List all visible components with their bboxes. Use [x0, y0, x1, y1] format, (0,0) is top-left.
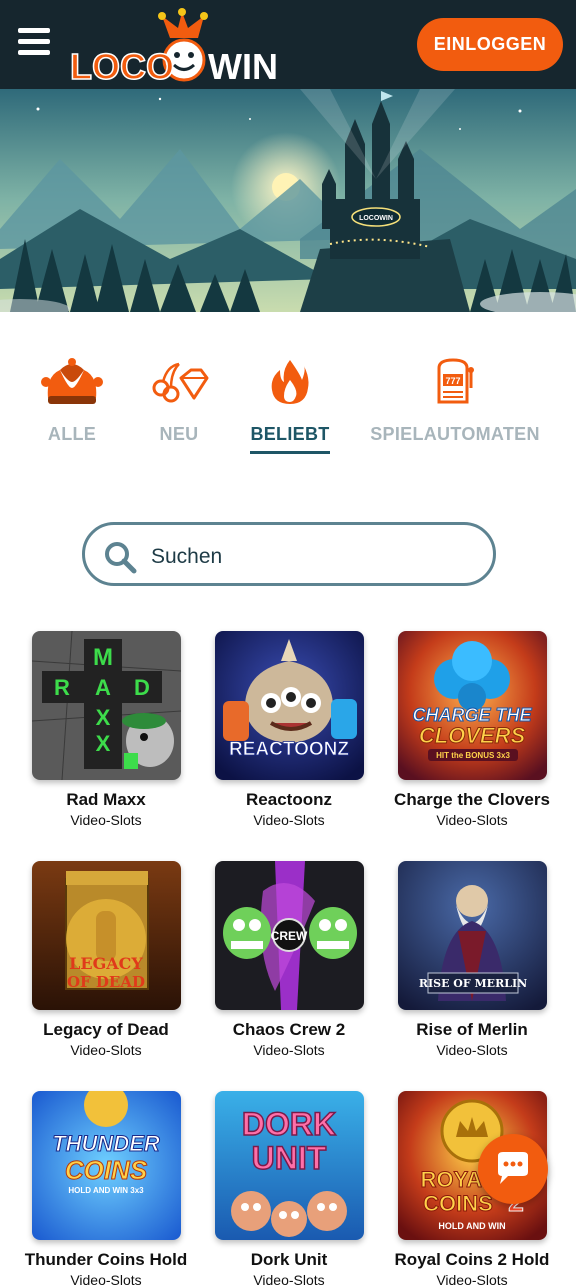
hero-banner: LOCOWIN	[0, 89, 576, 312]
svg-text:X: X	[95, 731, 110, 756]
svg-text:777: 777	[445, 376, 460, 386]
svg-text:REACTOONZ: REACTOONZ	[229, 739, 349, 760]
svg-text:COINS: COINS	[64, 1155, 147, 1185]
tab-beliebt[interactable]: BELIEBT	[250, 352, 330, 454]
game-card[interactable]: LEGACY OF DEAD Legacy of Dead Video-Slot…	[16, 861, 196, 1058]
svg-text:HIT the BONUS 3x3: HIT the BONUS 3x3	[436, 751, 510, 760]
game-title: Dork Unit	[250, 1250, 328, 1269]
game-title: Rad Maxx	[66, 790, 146, 809]
search-icon	[105, 542, 137, 574]
game-category: Video-Slots	[436, 1042, 508, 1058]
tab-spielautomaten[interactable]: 777 SPIELAUTOMATEN	[370, 352, 540, 451]
svg-text:RISE OF MERLIN: RISE OF MERLIN	[418, 977, 526, 990]
login-button[interactable]: EINLOGGEN	[417, 18, 563, 71]
tab-label: BELIEBT	[250, 424, 330, 454]
game-card[interactable]: RISE OF MERLIN Rise of Merlin Video-Slot…	[382, 861, 562, 1058]
logo-text-win: WIN	[208, 46, 278, 84]
svg-text:HOLD AND WIN 3x3: HOLD AND WIN 3x3	[68, 1186, 144, 1195]
tab-neu[interactable]: NEU	[146, 352, 212, 451]
chat-button[interactable]	[478, 1134, 548, 1204]
game-card[interactable]: M R A D X X Rad Maxx Video-Slots	[16, 631, 196, 828]
game-thumbnail[interactable]: M R A D X X	[31, 631, 181, 780]
game-thumbnail[interactable]: THUNDER COINS HOLD AND WIN 3x3	[31, 1091, 181, 1240]
svg-text:CLOVERS: CLOVERS	[418, 723, 525, 748]
chat-bubble-icon	[498, 1152, 528, 1184]
game-category: Video-Slots	[70, 812, 142, 828]
cherry-diamond-icon	[147, 352, 211, 412]
locowin-logo[interactable]: LOCO WIN	[70, 8, 295, 84]
svg-text:UNIT: UNIT	[251, 1140, 326, 1176]
search-input[interactable]: Suchen	[82, 522, 496, 586]
game-thumbnail[interactable]: CREW	[214, 861, 364, 1010]
svg-text:CHARGE THE: CHARGE THE	[412, 705, 532, 725]
game-thumbnail[interactable]: LEGACY OF DEAD	[31, 861, 181, 1010]
game-thumbnail[interactable]: DORK UNIT	[214, 1091, 364, 1240]
game-title: Charge the Clovers	[394, 790, 550, 809]
svg-text:X: X	[95, 705, 110, 730]
tab-label: NEU	[159, 424, 199, 444]
tab-label: SPIELAUTOMATEN	[370, 424, 540, 444]
svg-text:THUNDER: THUNDER	[52, 1131, 160, 1156]
game-category: Video-Slots	[70, 1042, 142, 1058]
game-title: Legacy of Dead	[43, 1020, 169, 1039]
svg-text:LEGACY: LEGACY	[69, 954, 143, 973]
game-card[interactable]: CREW Chaos Crew 2 Video-Slots	[199, 861, 379, 1058]
flame-icon	[258, 352, 322, 412]
svg-text:CREW: CREW	[270, 929, 307, 943]
game-thumbnail[interactable]: REACTOONZ	[214, 631, 364, 780]
category-tabs: ALLE NEU BELIEBT 777 SPIELAUTOMATEN	[0, 352, 576, 462]
svg-text:HOLD AND WIN: HOLD AND WIN	[438, 1221, 505, 1231]
top-header: LOCO WIN EINLOGGEN	[0, 0, 576, 89]
svg-text:OF DEAD: OF DEAD	[66, 973, 144, 991]
svg-text:D: D	[134, 675, 150, 700]
jester-hat-icon	[40, 352, 104, 412]
game-category: Video-Slots	[253, 1272, 325, 1288]
game-card[interactable]: DORK UNIT Dork Unit Video-Slots	[199, 1091, 379, 1288]
game-title: Reactoonz	[246, 790, 332, 809]
game-title: Chaos Crew 2	[232, 1020, 346, 1039]
game-card[interactable]: REACTOONZ Reactoonz Video-Slots	[199, 631, 379, 828]
svg-text:M: M	[93, 644, 113, 671]
slot-machine-icon: 777	[423, 352, 487, 412]
game-card[interactable]: CHARGE THE CLOVERS HIT the BONUS 3x3 Cha…	[382, 631, 562, 828]
logo-text-loco: LOCO	[70, 46, 174, 84]
game-category: Video-Slots	[253, 1042, 325, 1058]
menu-icon[interactable]	[18, 28, 50, 56]
game-thumbnail[interactable]: RISE OF MERLIN	[397, 861, 547, 1010]
svg-text:COINS: COINS	[423, 1191, 493, 1216]
game-category: Video-Slots	[253, 812, 325, 828]
game-category: Video-Slots	[70, 1272, 142, 1288]
game-title: Thunder Coins Hold	[24, 1250, 188, 1269]
svg-text:DORK: DORK	[241, 1106, 335, 1142]
svg-text:R: R	[54, 675, 70, 700]
tab-alle[interactable]: ALLE	[38, 352, 106, 451]
svg-text:A: A	[95, 675, 111, 700]
tab-label: ALLE	[47, 424, 97, 444]
game-title: Rise of Merlin	[416, 1020, 528, 1039]
game-title: Royal Coins 2 Hold	[394, 1250, 550, 1269]
search-placeholder: Suchen	[151, 545, 223, 568]
game-thumbnail[interactable]: CHARGE THE CLOVERS HIT the BONUS 3x3	[397, 631, 547, 780]
game-card[interactable]: THUNDER COINS HOLD AND WIN 3x3 Thunder C…	[16, 1091, 196, 1288]
game-category: Video-Slots	[436, 812, 508, 828]
game-category: Video-Slots	[436, 1272, 508, 1288]
castle-sign-text: LOCOWIN	[359, 215, 393, 222]
